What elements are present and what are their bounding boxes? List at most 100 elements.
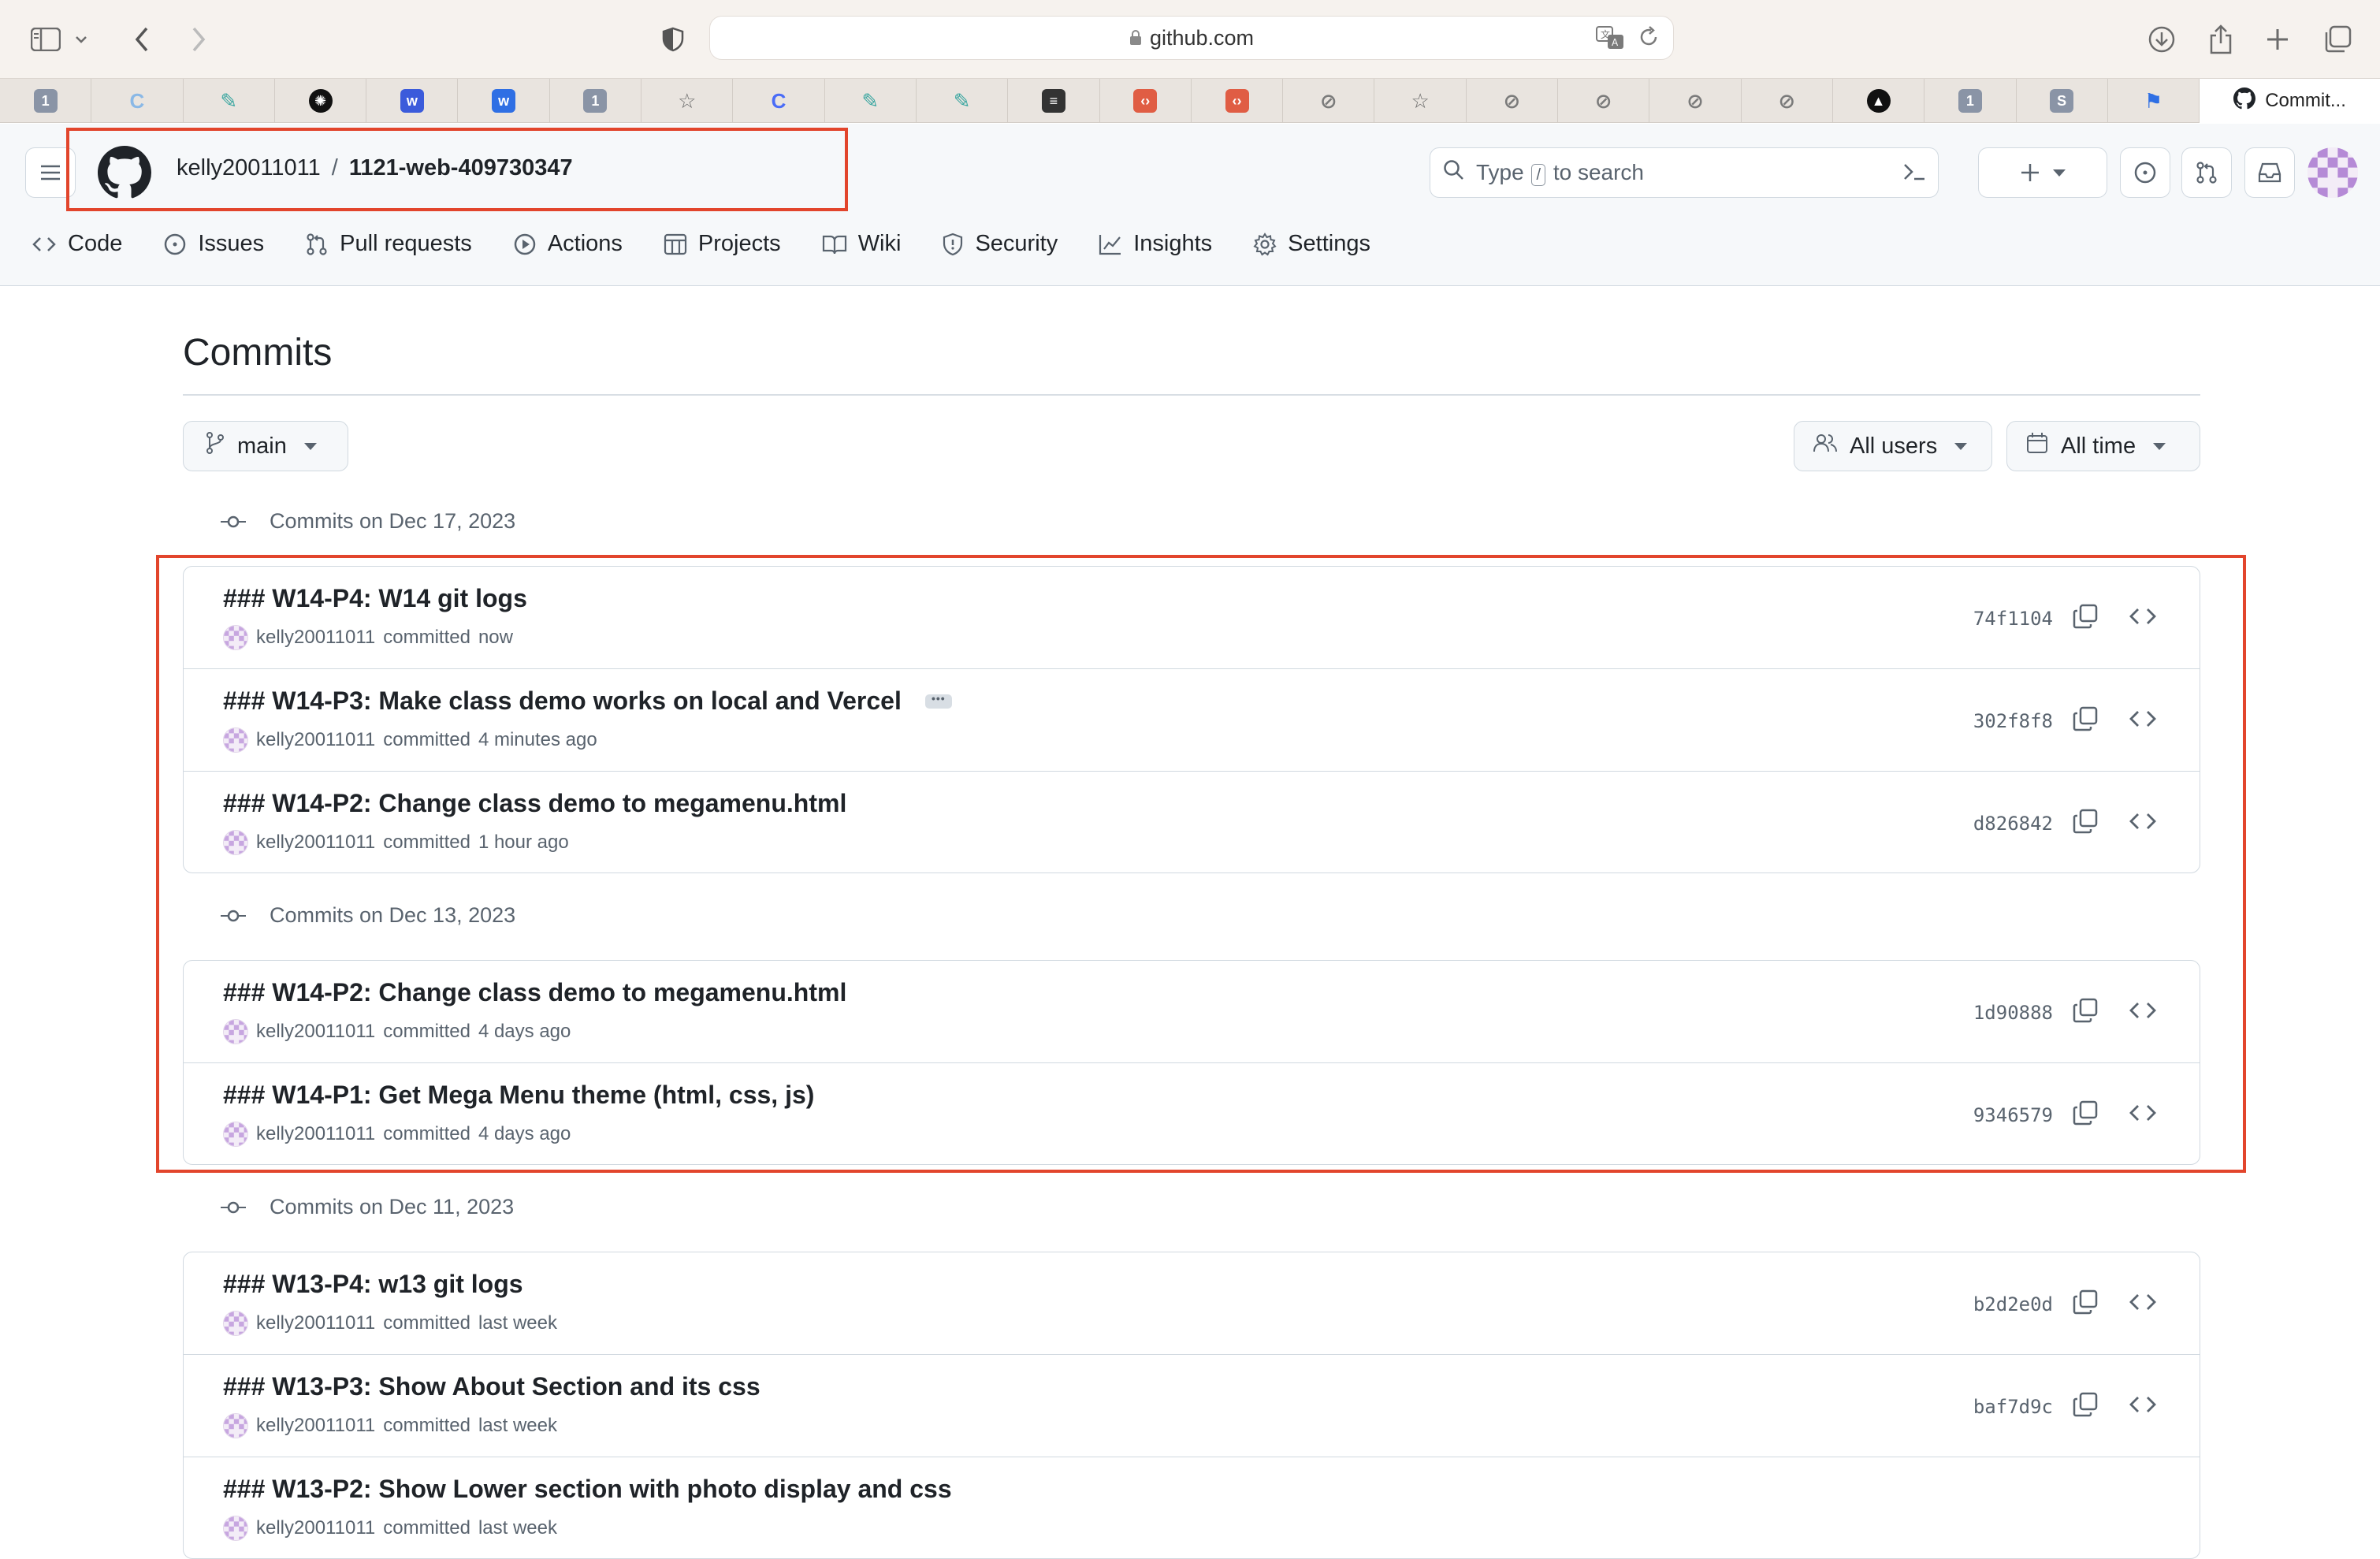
favorite-item[interactable]: ⊘ [1649,79,1742,123]
user-avatar[interactable] [2307,147,2358,198]
w-icon: w [492,89,516,113]
tab-settings[interactable]: Settings [1253,231,1370,257]
favorite-item[interactable]: w [366,79,459,123]
sidebar-toggle-icon[interactable] [24,17,68,61]
forward-button[interactable] [177,17,221,61]
tab-actions[interactable]: Actions [513,231,623,257]
tab-label: Projects [697,231,781,256]
favorite-item[interactable]: 1 [0,79,92,123]
translate-icon[interactable]: 文A [1596,26,1624,55]
favorite-item[interactable]: ✎ [184,79,275,123]
commit-sha-link[interactable]: baf7d9c [1973,1396,2053,1418]
search-placeholder: Type / to search [1476,160,1644,186]
favorite-item[interactable]: ☆ [1374,79,1467,123]
favorite-item[interactable]: 1 [1924,79,2017,123]
favorite-item[interactable]: ✺ [275,79,367,123]
inbox-button[interactable] [2244,147,2295,198]
address-bar[interactable]: github.com 文A [709,16,1674,60]
time-filter-button[interactable]: All time [2006,421,2200,471]
tab-overview-icon[interactable] [2315,17,2360,61]
git-commit-icon [221,514,246,530]
author-link[interactable]: kelly20011011 [256,1312,375,1334]
pull-request-icon [305,233,329,256]
issues-button[interactable] [2120,147,2170,198]
favorite-item[interactable]: ≡ [1008,79,1100,123]
back-button[interactable] [120,17,164,61]
issue-icon [163,233,187,256]
tab-code[interactable]: Code [32,231,122,257]
privacy-shield-icon[interactable] [651,17,695,61]
copy-icon[interactable] [2072,1391,2099,1422]
favorite-item[interactable]: ☆ [641,79,734,123]
compass-icon: ⊘ [1686,88,1704,113]
favorite-item[interactable]: ✎ [825,79,917,123]
author-link[interactable]: kelly20011011 [256,1517,375,1539]
favorite-item[interactable]: w [458,79,550,123]
favorite-item[interactable]: ‹› [1100,79,1192,123]
time-filter-label: All time [2061,433,2136,459]
search-input[interactable]: Type / to search [1430,147,1939,198]
reload-icon[interactable] [1638,26,1659,55]
favorite-item[interactable]: ✎ [917,79,1009,123]
browser-toolbar: github.com 文A [0,0,2380,79]
highlight-box-commits [156,555,2246,1173]
git-branch-icon [206,431,225,461]
command-palette-icon[interactable] [1902,159,1927,190]
new-tab-icon[interactable] [2255,17,2300,61]
favorite-item[interactable]: C [733,79,825,123]
author-avatar[interactable] [223,1413,248,1438]
favorite-item[interactable]: ⊘ [1558,79,1650,123]
create-new-button[interactable] [1978,147,2107,198]
author-link[interactable]: kelly20011011 [256,1415,375,1437]
browse-code-icon[interactable] [2129,1289,2157,1319]
favorite-item[interactable]: ⚑ [2108,79,2200,123]
tab-label: Code [68,231,123,256]
author-avatar[interactable] [223,1516,248,1541]
favorite-item[interactable]: ⊘ [1283,79,1375,123]
favorite-item[interactable]: 1 [550,79,642,123]
copy-icon[interactable] [2072,1289,2099,1319]
commit-message-link[interactable]: ### W13-P3: Show About Section and its c… [223,1372,760,1401]
favorite-item[interactable]: C [91,79,184,123]
tab-pull-requests[interactable]: Pull requests [305,231,472,257]
favorite-item[interactable]: ⊘ [1467,79,1559,123]
quill-icon: ✎ [220,88,238,113]
downloads-icon[interactable] [2140,17,2184,61]
page-title: Commits [183,332,333,374]
users-filter-button[interactable]: All users [1794,421,1992,471]
tab-insights[interactable]: Insights [1099,231,1212,257]
star-icon: ☆ [1411,88,1430,113]
s-icon: S [2050,89,2074,113]
branch-name: main [237,433,287,459]
commit-message-link[interactable]: ### W13-P4: w13 git logs [223,1270,523,1299]
users-filter-label: All users [1850,433,1938,459]
tab-projects[interactable]: Projects [664,231,781,257]
favorite-item[interactable]: ▲ [1833,79,1925,123]
tab-label: Security [975,231,1058,256]
commit-verb: committed [383,1517,470,1539]
code-icon [32,233,57,255]
commit-message-row: ### W13-P3: Show About Section and its c… [223,1372,760,1401]
w-icon: w [400,89,424,113]
search-shortcut-key: / [1531,163,1546,186]
browse-code-icon[interactable] [2129,1391,2157,1422]
favorite-item[interactable]: ⊘ [1742,79,1833,123]
commit-sha-link[interactable]: b2d2e0d [1973,1293,2053,1315]
triangle-icon: ▲ [1866,89,1891,113]
tab-wiki[interactable]: Wiki [822,231,901,257]
url-text: github.com [1149,25,1255,50]
author-avatar[interactable] [223,1311,248,1336]
chevron-down-icon[interactable] [69,17,93,61]
tab-commits[interactable]: Commit... [2200,79,2380,123]
tab-issues[interactable]: Issues [163,231,264,257]
branch-selector-button[interactable]: main [183,421,348,471]
title-divider [183,394,2200,396]
share-icon[interactable] [2199,17,2243,61]
favorite-item[interactable]: ‹› [1192,79,1284,123]
favorite-item[interactable]: S [2017,79,2108,123]
commit-time: last week [478,1517,557,1539]
commit-message-link[interactable]: ### W13-P2: Show Lower section with phot… [223,1475,952,1504]
people-icon [1813,433,1837,460]
pull-requests-button[interactable] [2181,147,2232,198]
tab-security[interactable]: Security [942,231,1058,257]
